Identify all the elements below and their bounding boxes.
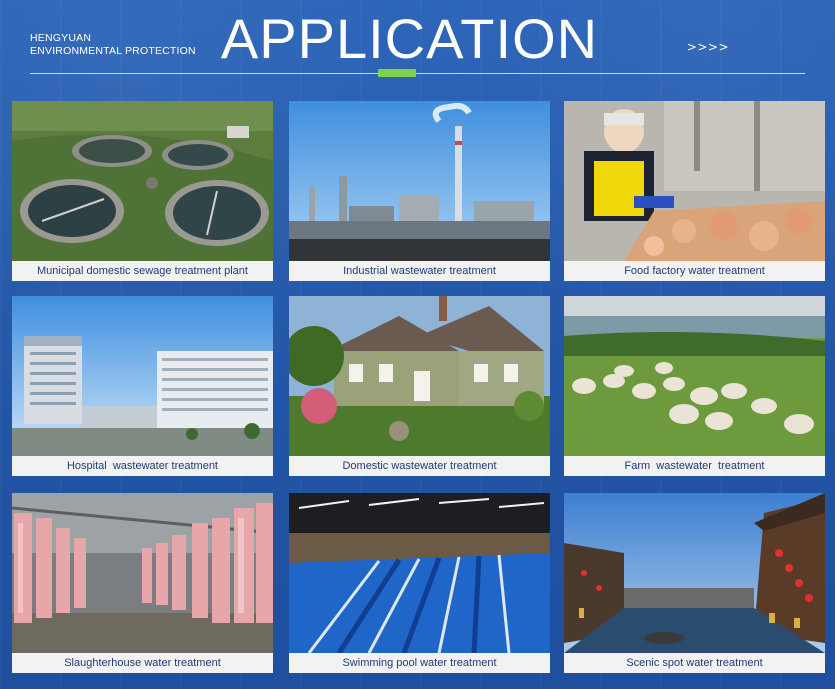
application-label: Domestic wastewater treatment — [289, 456, 550, 476]
application-label: Farm wastewater treatment — [564, 456, 825, 476]
application-card-municipal[interactable]: Municipal domestic sewage treatment plan… — [12, 101, 273, 281]
scenic-spot-photo — [564, 493, 825, 653]
house-photo — [289, 296, 550, 456]
industrial-plant-photo — [289, 101, 550, 261]
application-card-industrial[interactable]: Industrial wastewater treatment — [289, 101, 550, 281]
application-label: Slaughterhouse water treatment — [12, 653, 273, 673]
application-card-scenic[interactable]: Scenic spot water treatment — [564, 493, 825, 673]
header-accent-bar — [378, 69, 416, 77]
application-label: Hospital wastewater treatment — [12, 456, 273, 476]
swimming-pool-photo — [289, 493, 550, 653]
header-divider — [30, 73, 805, 74]
application-card-farm[interactable]: Farm wastewater treatment — [564, 296, 825, 476]
farm-sheep-photo — [564, 296, 825, 456]
page-title: APPLICATION — [220, 7, 599, 70]
application-label: Municipal domestic sewage treatment plan… — [12, 261, 273, 281]
slaughterhouse-photo — [12, 493, 273, 653]
application-card-food[interactable]: Food factory water treatment — [564, 101, 825, 281]
application-card-domestic[interactable]: Domestic wastewater treatment — [289, 296, 550, 476]
application-label: Food factory water treatment — [564, 261, 825, 281]
food-factory-photo — [564, 101, 825, 261]
application-card-hospital[interactable]: Hospital wastewater treatment — [12, 296, 273, 476]
application-label: Scenic spot water treatment — [564, 653, 825, 673]
more-arrows-icon[interactable]: >>>> — [687, 40, 729, 54]
application-label: Swimming pool water treatment — [289, 653, 550, 673]
hospital-photo — [12, 296, 273, 456]
application-card-slaughterhouse[interactable]: Slaughterhouse water treatment — [12, 493, 273, 673]
application-label: Industrial wastewater treatment — [289, 261, 550, 281]
application-card-pool[interactable]: Swimming pool water treatment — [289, 493, 550, 673]
sewage-plant-photo — [12, 101, 273, 261]
